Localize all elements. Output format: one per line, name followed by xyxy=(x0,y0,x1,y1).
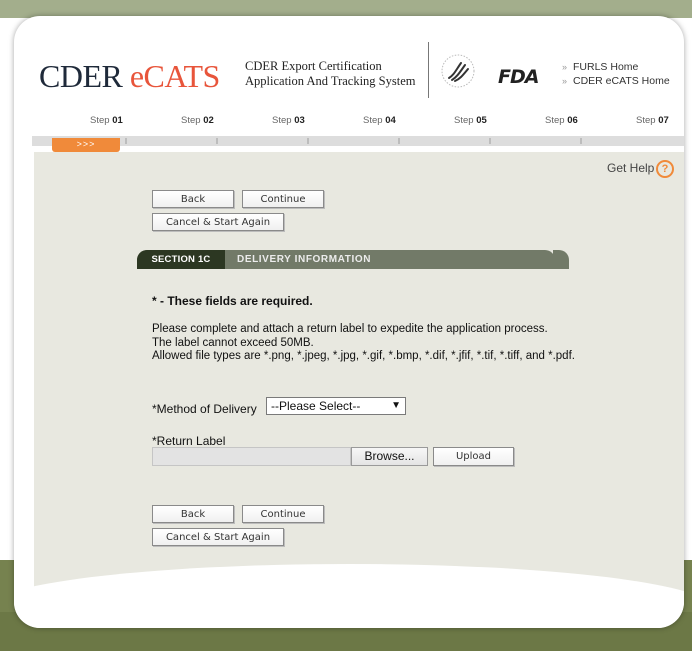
continue-button-bottom[interactable]: Continue xyxy=(242,505,324,523)
return-label-file-input[interactable] xyxy=(152,447,351,466)
section-tag: SECTION 1C xyxy=(137,250,225,269)
double-chevron-icon: » xyxy=(562,62,568,72)
svg-text:FDA: FDA xyxy=(498,66,539,86)
app-logo-accent: eCATS xyxy=(129,58,220,94)
continue-button-top[interactable]: Continue xyxy=(242,190,324,208)
chevron-down-icon: ▼ xyxy=(391,400,401,411)
step-02: Step 02 xyxy=(181,115,214,126)
required-fields-note: * - These fields are required. xyxy=(152,294,313,308)
content-panel xyxy=(34,152,684,592)
step-prefix: Step xyxy=(454,115,477,126)
browse-button[interactable]: Browse... xyxy=(351,447,428,466)
app-logo-prefix: CDER xyxy=(39,58,130,94)
step-prefix: Step xyxy=(545,115,568,126)
step-prefix: Step xyxy=(636,115,659,126)
upload-button[interactable]: Upload xyxy=(433,447,514,466)
progress-tick xyxy=(580,138,582,144)
section-header: SECTION 1C DELIVERY INFORMATION xyxy=(137,250,569,269)
upload-instructions: Please complete and attach a return labe… xyxy=(152,323,632,364)
step-number: 03 xyxy=(294,115,305,126)
furls-home-link-label: FURLS Home xyxy=(573,61,639,73)
progress-indicator: >>> xyxy=(52,138,120,152)
method-of-delivery-select[interactable]: --Please Select-- ▼ xyxy=(266,397,406,415)
instruction-line: Please complete and attach a return labe… xyxy=(152,323,548,335)
step-number: 07 xyxy=(658,115,669,126)
content-bottom-curve xyxy=(14,564,684,628)
step-labels: Step 01 Step 02 Step 03 Step 04 Step 05 … xyxy=(14,115,684,129)
progress-track xyxy=(32,136,684,146)
ecats-home-link[interactable]: » CDER eCATS Home xyxy=(562,74,670,88)
double-chevron-icon: » xyxy=(562,76,568,86)
step-prefix: Step xyxy=(181,115,204,126)
system-name: CDER Export Certification Application An… xyxy=(245,59,425,89)
section-tab-tail xyxy=(553,250,569,269)
help-circle-icon[interactable]: ? xyxy=(656,160,674,178)
progress-tick xyxy=(307,138,309,144)
step-number: 05 xyxy=(476,115,487,126)
instruction-line: Allowed file types are *.png, *.jpeg, *.… xyxy=(152,350,575,362)
ecats-home-link-label: CDER eCATS Home xyxy=(573,75,670,87)
fda-logo-icon: FDA xyxy=(498,66,540,86)
get-help-link[interactable]: Get Help xyxy=(607,161,654,175)
furls-home-link[interactable]: » FURLS Home xyxy=(562,60,670,74)
back-button-bottom[interactable]: Back xyxy=(152,505,234,523)
step-prefix: Step xyxy=(90,115,113,126)
method-of-delivery-value: --Please Select-- xyxy=(271,399,361,413)
return-label-label: *Return Label xyxy=(152,434,226,448)
system-name-line2: Application And Tracking System xyxy=(245,74,416,88)
step-01: Step 01 xyxy=(90,115,123,126)
progress-tick xyxy=(216,138,218,144)
step-prefix: Step xyxy=(363,115,386,126)
system-name-line1: CDER Export Certification xyxy=(245,59,382,73)
section-title: DELIVERY INFORMATION xyxy=(237,254,372,265)
step-number: 02 xyxy=(203,115,214,126)
step-03: Step 03 xyxy=(272,115,305,126)
cancel-start-again-button-top[interactable]: Cancel & Start Again xyxy=(152,213,284,231)
progress-tick xyxy=(125,138,127,144)
step-number: 04 xyxy=(385,115,396,126)
page-frame: CDER eCATS CDER Export Certification App… xyxy=(14,16,684,628)
back-button-top[interactable]: Back xyxy=(152,190,234,208)
header-links: » FURLS Home » CDER eCATS Home xyxy=(562,60,670,88)
step-number: 06 xyxy=(567,115,578,126)
step-prefix: Step xyxy=(272,115,295,126)
app-logo: CDER eCATS xyxy=(39,58,220,95)
step-04: Step 04 xyxy=(363,115,396,126)
cancel-start-again-button-bottom[interactable]: Cancel & Start Again xyxy=(152,528,284,546)
header-divider xyxy=(428,42,429,98)
hhs-eagle-logo-icon xyxy=(441,54,475,88)
instruction-line: The label cannot exceed 50MB. xyxy=(152,336,314,349)
progress-tick xyxy=(398,138,400,144)
step-07: Step 07 xyxy=(636,115,669,126)
step-06: Step 06 xyxy=(545,115,578,126)
progress-tick xyxy=(489,138,491,144)
step-number: 01 xyxy=(112,115,123,126)
step-05: Step 05 xyxy=(454,115,487,126)
method-of-delivery-label: *Method of Delivery xyxy=(152,402,257,416)
